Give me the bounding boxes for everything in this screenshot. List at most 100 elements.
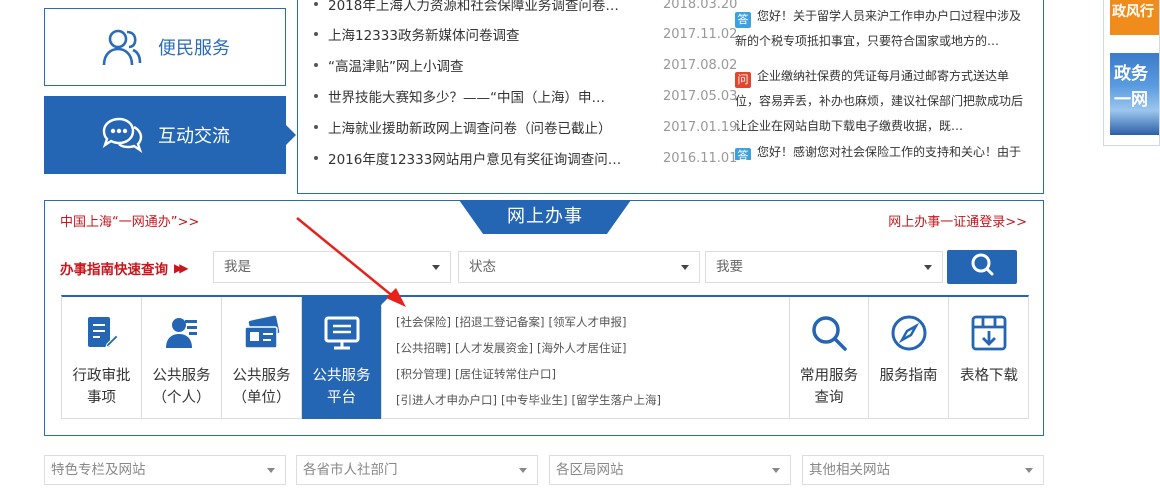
qa-item[interactable]: 答您好！关于留学人员来沪工作申办户口过程中涉及 新的个税专项抵扣事宜，只要符合国… bbox=[735, 4, 1037, 54]
bullet-dot bbox=[314, 2, 318, 6]
bullet-dot bbox=[314, 94, 318, 98]
qa-text: 您好！感谢您对社会保险工作的支持和关心！由于 bbox=[757, 145, 1022, 159]
link-points-management[interactable]: [积分管理] bbox=[396, 367, 451, 381]
featured-sites-select[interactable]: 特色专栏及网站 bbox=[44, 455, 286, 485]
qa-text: 企业缴纳社保费的凭证每月通过邮寄方式送达单 bbox=[757, 69, 1010, 83]
survey-item[interactable]: 上海就业援助新政网上调查问卷（问卷已截止） 2017.01.19 bbox=[308, 116, 738, 138]
qa-text: 让企业在网站自助下载电子缴费收据，既… bbox=[735, 119, 964, 133]
chevron-down-icon bbox=[432, 265, 440, 270]
survey-item[interactable]: 2016年度12333网站用户意见有奖征询调查问… 2016.11.01 bbox=[308, 147, 738, 169]
admin-approval-service[interactable]: 行政审批 事项 bbox=[62, 297, 142, 419]
chat-bubbles-icon bbox=[100, 115, 144, 155]
public-service-unit[interactable]: 公共服务 （单位） bbox=[222, 297, 302, 419]
monitor-icon bbox=[323, 313, 361, 353]
answer-badge: 答 bbox=[735, 12, 751, 28]
bianmin-service-tile[interactable]: 便民服务 bbox=[44, 8, 286, 86]
survey-date: 2016.11.01 bbox=[663, 150, 738, 166]
chevron-down-icon bbox=[924, 265, 932, 270]
link-talent-hukou[interactable]: [引进人才申办户口] bbox=[396, 393, 497, 407]
compass-icon bbox=[889, 313, 929, 353]
hudong-exchange-label: 互动交流 bbox=[158, 126, 230, 147]
service-label: 公共服务 bbox=[312, 368, 371, 384]
magnifier-icon bbox=[809, 313, 849, 353]
bianmin-service-label: 便民服务 bbox=[158, 38, 230, 59]
link-recruit-register[interactable]: [招退工登记备案] bbox=[455, 315, 544, 329]
link-leading-talent[interactable]: [领军人才申报] bbox=[548, 315, 626, 329]
identity-select-value: 我是 bbox=[224, 259, 251, 275]
survey-date: 2018.03.20 bbox=[663, 0, 738, 12]
banner-image: 政务 一网 bbox=[1110, 53, 1159, 135]
download-table-icon bbox=[969, 313, 1009, 353]
service-label: 服务指南 bbox=[879, 368, 938, 384]
service-label-sub: （单位） bbox=[232, 390, 291, 406]
chevron-down-icon bbox=[681, 265, 689, 270]
hudong-exchange-tile[interactable]: 互动交流 bbox=[44, 96, 296, 174]
chevron-down-icon bbox=[772, 468, 780, 473]
person-card-icon bbox=[163, 313, 201, 353]
service-label-sub: 平台 bbox=[327, 390, 356, 406]
search-button[interactable] bbox=[947, 250, 1017, 284]
quick-query-label: 办事指南快速查询 ▶▶ bbox=[60, 258, 189, 278]
survey-item[interactable]: 2018年上海人力资源和社会保障业务调查问卷… 2018.03.20 bbox=[308, 0, 738, 15]
qa-item[interactable]: 问企业缴纳社保费的凭证每月通过邮寄方式送达单 位，容易弄丢，补办也麻烦，建议社保… bbox=[735, 64, 1037, 139]
service-label-sub: 事项 bbox=[87, 390, 116, 406]
link-talent-fund[interactable]: [人才发展资金] bbox=[455, 341, 533, 355]
featured-sites-value: 特色专栏及网站 bbox=[51, 462, 146, 478]
service-label-sub: （个人） bbox=[152, 390, 211, 406]
service-label: 表格下载 bbox=[960, 368, 1018, 384]
survey-date: 2017.11.02 bbox=[663, 26, 738, 42]
service-label: 公共服务 bbox=[232, 368, 291, 384]
survey-title[interactable]: 世界技能大赛知多少？——“中国（上海）申… bbox=[328, 86, 663, 106]
district-bureaus-select[interactable]: 各区局网站 bbox=[549, 455, 791, 485]
link-technical-graduate[interactable]: [中专毕业生] bbox=[501, 393, 567, 407]
survey-title[interactable]: “高温津贴”网上小调查 bbox=[328, 55, 663, 75]
service-label: 常用服务 bbox=[800, 368, 858, 384]
service-guide[interactable]: 服务指南 bbox=[869, 297, 949, 419]
people-icon bbox=[100, 25, 144, 69]
public-service-personal[interactable]: 公共服务 （个人） bbox=[142, 297, 222, 419]
identity-select[interactable]: 我是 bbox=[213, 251, 451, 283]
banner-image-line: 政务 bbox=[1114, 64, 1148, 84]
service-category-box: 行政审批事项 公共服务 （个人） 公共服务 （单位） 公共服务平台 [社会保险] [招… bbox=[61, 295, 1029, 419]
link-overseas-residence[interactable]: [海外人才居住证] bbox=[537, 341, 626, 355]
bullet-dot bbox=[314, 156, 318, 160]
provincial-depts-select[interactable]: 各省市人社部门 bbox=[296, 455, 538, 485]
status-select-value: 状态 bbox=[469, 259, 496, 275]
qa-item[interactable]: 答您好！感谢您对社会保险工作的支持和关心！由于 bbox=[735, 144, 1037, 160]
id-card-icon bbox=[242, 313, 282, 353]
other-sites-select[interactable]: 其他相关网站 bbox=[802, 455, 1044, 485]
document-edit-icon bbox=[85, 313, 119, 353]
chevron-down-icon bbox=[267, 468, 275, 473]
survey-item[interactable]: 世界技能大赛知多少？——“中国（上海）申… 2017.05.03 bbox=[308, 85, 738, 107]
survey-date: 2017.01.19 bbox=[663, 119, 738, 135]
online-services-panel: 中国上海“一网通办”>> 网上办事 网上办事一证通登录>> 办事指南快速查询 ▶… bbox=[44, 200, 1044, 436]
survey-title[interactable]: 2016年度12333网站用户意见有奖征询调查问… bbox=[328, 148, 663, 168]
link-returnee-hukou[interactable]: [留学生落户上海] bbox=[571, 393, 660, 407]
search-icon bbox=[969, 252, 995, 282]
link-public-recruit[interactable]: [公共招聘] bbox=[396, 341, 451, 355]
service-label: 行政审批 bbox=[72, 368, 131, 384]
question-badge: 问 bbox=[735, 72, 751, 88]
yiwangtongban-link[interactable]: 中国上海“一网通办”>> bbox=[60, 211, 199, 230]
login-link[interactable]: 网上办事一证通登录>> bbox=[888, 211, 1027, 230]
survey-item[interactable]: 上海12333政务新媒体问卷调查 2017.11.02 bbox=[308, 23, 738, 45]
link-residence-to-hukou[interactable]: [居住证转常住户口] bbox=[455, 367, 556, 381]
survey-item[interactable]: “高温津贴”网上小调查 2017.08.02 bbox=[308, 54, 738, 76]
survey-date: 2017.05.03 bbox=[663, 88, 738, 104]
banner-top-text: 政风行 bbox=[1110, 0, 1159, 35]
public-service-platform[interactable]: 公共服务 平台 bbox=[302, 295, 391, 419]
purpose-select[interactable]: 我要 bbox=[705, 251, 943, 283]
service-label: 公共服务 bbox=[152, 368, 211, 384]
common-service-query[interactable]: 常用服务 查询 bbox=[789, 297, 869, 419]
survey-title[interactable]: 上海12333政务新媒体问卷调查 bbox=[328, 24, 663, 44]
platform-links: [社会保险] [招退工登记备案] [领军人才申报] [公共招聘] [人才发展资金] [海… bbox=[396, 309, 796, 413]
link-social-insurance[interactable]: [社会保险] bbox=[396, 315, 451, 329]
side-banner[interactable]: 政风行 政务 一网 bbox=[1103, 0, 1160, 146]
survey-date: 2017.08.02 bbox=[663, 57, 738, 73]
survey-title[interactable]: 2018年上海人力资源和社会保障业务调查问卷… bbox=[328, 0, 663, 14]
form-download[interactable]: 表格下载 bbox=[949, 297, 1029, 419]
survey-title[interactable]: 上海就业援助新政网上调查问卷（问卷已截止） bbox=[328, 117, 663, 137]
status-select[interactable]: 状态 bbox=[458, 251, 700, 283]
chevron-down-icon bbox=[519, 468, 527, 473]
qa-text: 位，容易弄丢，补办也麻烦，建议社保部门把款成功后 bbox=[735, 94, 1024, 108]
